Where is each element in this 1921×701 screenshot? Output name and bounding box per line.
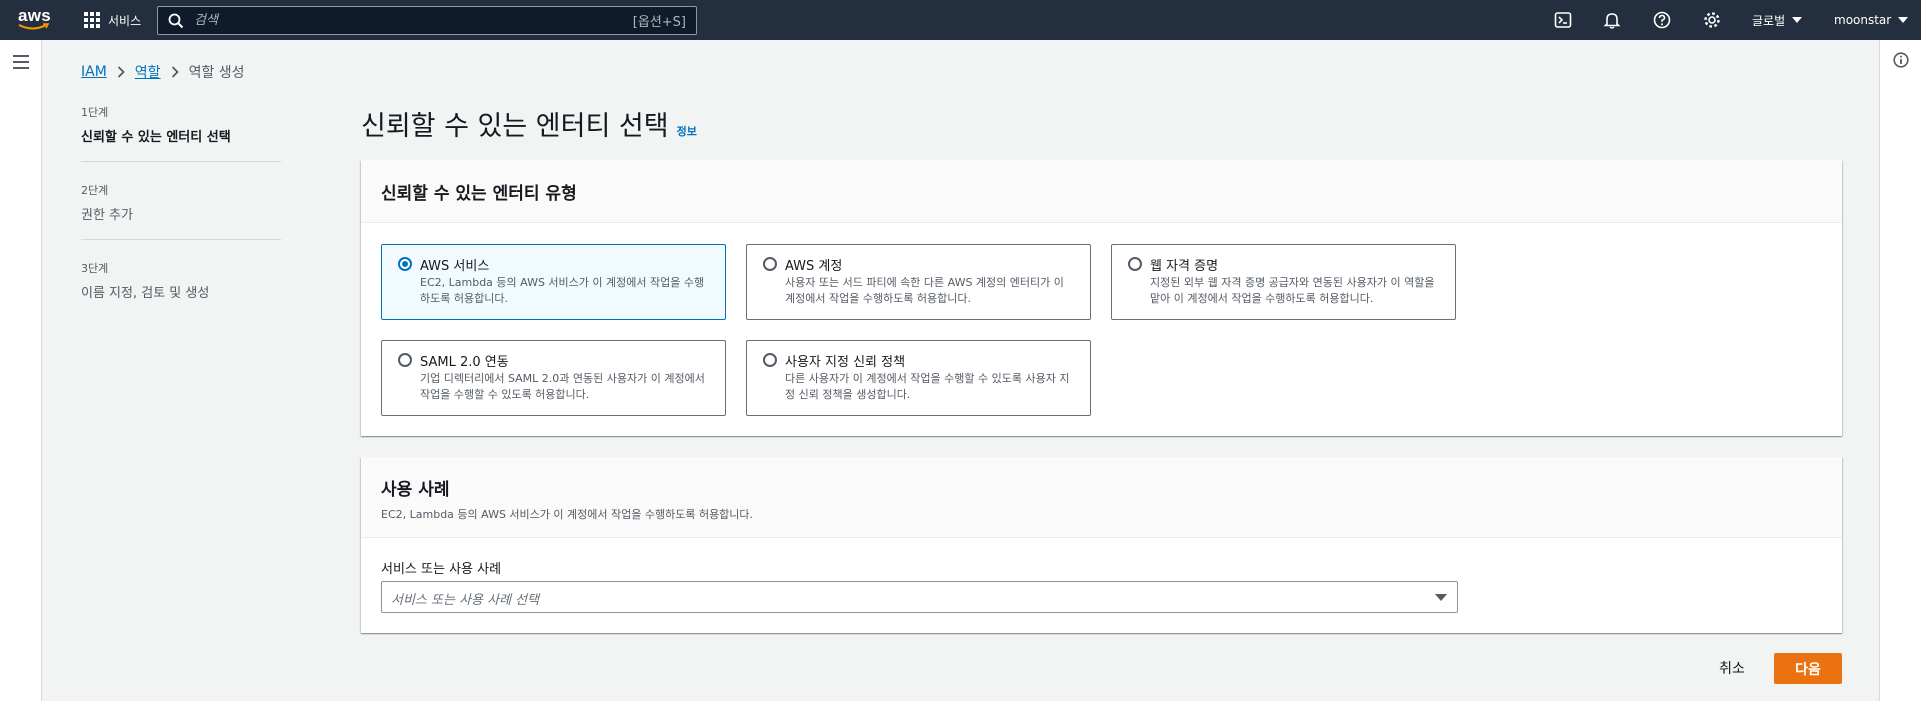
left-rail <box>0 40 42 701</box>
region-label: 글로벌 <box>1752 13 1786 28</box>
cloudshell-icon <box>1554 12 1572 28</box>
radio-button[interactable] <box>1128 257 1142 271</box>
aws-logo[interactable]: aws <box>18 6 52 33</box>
entity-option-aws-service[interactable]: AWS 서비스 EC2, Lambda 등의 AWS 서비스가 이 계정에서 작… <box>381 244 726 320</box>
option-title: AWS 서비스 <box>420 259 490 274</box>
option-description: 기업 디렉터리에서 SAML 2.0과 연동된 사용자가 이 계정에서 작업을 … <box>420 372 705 401</box>
breadcrumb: IAM 역할 역할 생성 <box>81 62 245 82</box>
aws-logo-text: aws <box>18 6 52 25</box>
cloudshell-button[interactable] <box>1548 0 1578 40</box>
radio-button[interactable] <box>398 257 412 271</box>
radio-button[interactable] <box>398 353 412 367</box>
region-selector[interactable]: 글로벌 <box>1752 0 1803 40</box>
trusted-entity-panel: 신뢰할 수 있는 엔터티 유형 AWS 서비스 EC2, Lambda 등의 A… <box>361 160 1842 436</box>
bell-icon <box>1603 13 1621 29</box>
use-case-select[interactable]: 서비스 또는 사용 사례 선택 <box>381 581 1458 613</box>
step-name: 이름 지정, 검토 및 생성 <box>81 286 210 301</box>
option-description: 다른 사용자가 이 계정에서 작업을 수행할 수 있도록 사용자 지정 신뢰 정… <box>785 372 1070 401</box>
account-label: moonstar <box>1834 13 1892 27</box>
page-title: 신뢰할 수 있는 엔터티 선택 <box>361 111 669 142</box>
help-button[interactable] <box>1647 0 1677 40</box>
entity-option-aws-account[interactable]: AWS 계정 사용자 또는 서드 파티에 속한 다른 AWS 계정의 엔터티가 … <box>746 244 1091 320</box>
step-number: 1단계 <box>81 106 109 119</box>
entity-option-web-identity[interactable]: 웹 자격 증명 지정된 외부 웹 자격 증명 공급자와 연동된 사용자가 이 역… <box>1111 244 1456 320</box>
radio-button[interactable] <box>763 257 777 271</box>
entity-option-custom-trust-policy[interactable]: 사용자 지정 신뢰 정책 다른 사용자가 이 계정에서 작업을 수행할 수 있도… <box>746 340 1091 416</box>
select-placeholder: 서비스 또는 사용 사례 선택 <box>391 593 540 608</box>
services-menu-button[interactable]: 서비스 <box>84 0 141 40</box>
radio-button[interactable] <box>763 353 777 367</box>
panel-title: 신뢰할 수 있는 엔터티 유형 <box>381 183 577 204</box>
use-case-panel: 사용 사례 EC2, Lambda 등의 AWS 서비스가 이 계정에서 작업을… <box>361 457 1842 633</box>
info-link[interactable]: 정보 <box>677 123 697 139</box>
top-navigation: aws 서비스 [옵션+S] 글로벌 moonstar <box>0 0 1921 40</box>
chevron-right-icon <box>171 66 179 78</box>
option-title: AWS 계정 <box>785 259 843 274</box>
notifications-button[interactable] <box>1597 0 1627 40</box>
search-icon <box>168 13 184 28</box>
panel-description: EC2, Lambda 등의 AWS 서비스가 이 계정에서 작업을 수행하도록… <box>381 508 754 521</box>
option-description: 사용자 또는 서드 파티에 속한 다른 AWS 계정의 엔터티가 이 계정에서 … <box>785 276 1064 305</box>
entity-option-saml[interactable]: SAML 2.0 연동 기업 디렉터리에서 SAML 2.0과 연동된 사용자가… <box>381 340 726 416</box>
settings-button[interactable] <box>1697 0 1727 40</box>
breadcrumb-current: 역할 생성 <box>188 65 245 81</box>
search-bar[interactable]: [옵션+S] <box>157 6 697 35</box>
option-title: SAML 2.0 연동 <box>420 355 509 370</box>
search-shortcut-hint: [옵션+S] <box>632 15 686 30</box>
step-number: 3단계 <box>81 262 109 275</box>
account-menu[interactable]: moonstar <box>1834 0 1909 40</box>
option-description: EC2, Lambda 등의 AWS 서비스가 이 계정에서 작업을 수행하도록… <box>420 276 705 305</box>
wizard-step-1[interactable]: 1단계 신뢰할 수 있는 엔터티 선택 <box>81 104 281 162</box>
help-icon <box>1653 11 1671 29</box>
menu-icon[interactable] <box>13 55 29 69</box>
step-name: 권한 추가 <box>81 208 133 223</box>
breadcrumb-iam[interactable]: IAM <box>81 64 107 80</box>
step-number: 2단계 <box>81 184 109 197</box>
option-title: 사용자 지정 신뢰 정책 <box>785 355 906 370</box>
wizard-step-2: 2단계 권한 추가 <box>81 182 281 240</box>
right-rail <box>1879 40 1921 701</box>
caret-down-icon <box>1792 17 1803 23</box>
services-label: 서비스 <box>108 13 142 28</box>
breadcrumb-roles[interactable]: 역할 <box>135 62 161 82</box>
caret-down-icon <box>1898 17 1909 23</box>
wizard-step-3: 3단계 이름 지정, 검토 및 생성 <box>81 260 281 317</box>
search-input[interactable] <box>192 12 633 29</box>
cancel-button[interactable]: 취소 <box>1704 653 1760 683</box>
panel-header: 사용 사례 EC2, Lambda 등의 AWS 서비스가 이 계정에서 작업을… <box>361 457 1842 538</box>
page-header: 신뢰할 수 있는 엔터티 선택 정보 <box>361 104 697 143</box>
next-button[interactable]: 다음 <box>1774 653 1842 684</box>
caret-down-icon <box>1435 594 1447 601</box>
wizard-steps: 1단계 신뢰할 수 있는 엔터티 선택 2단계 권한 추가 3단계 이름 지정,… <box>81 104 281 337</box>
panel-title: 사용 사례 <box>381 480 450 500</box>
option-title: 웹 자격 증명 <box>1150 259 1219 274</box>
chevron-right-icon <box>117 66 125 78</box>
step-name: 신뢰할 수 있는 엔터티 선택 <box>81 130 231 145</box>
info-icon[interactable] <box>1893 52 1909 68</box>
option-description: 지정된 외부 웹 자격 증명 공급자와 연동된 사용자가 이 역할을 맡아 이 … <box>1150 276 1435 305</box>
panel-header: 신뢰할 수 있는 엔터티 유형 <box>361 160 1842 223</box>
field-label: 서비스 또는 사용 사례 <box>381 562 502 577</box>
gear-icon <box>1704 12 1720 28</box>
grid-icon <box>84 12 100 28</box>
